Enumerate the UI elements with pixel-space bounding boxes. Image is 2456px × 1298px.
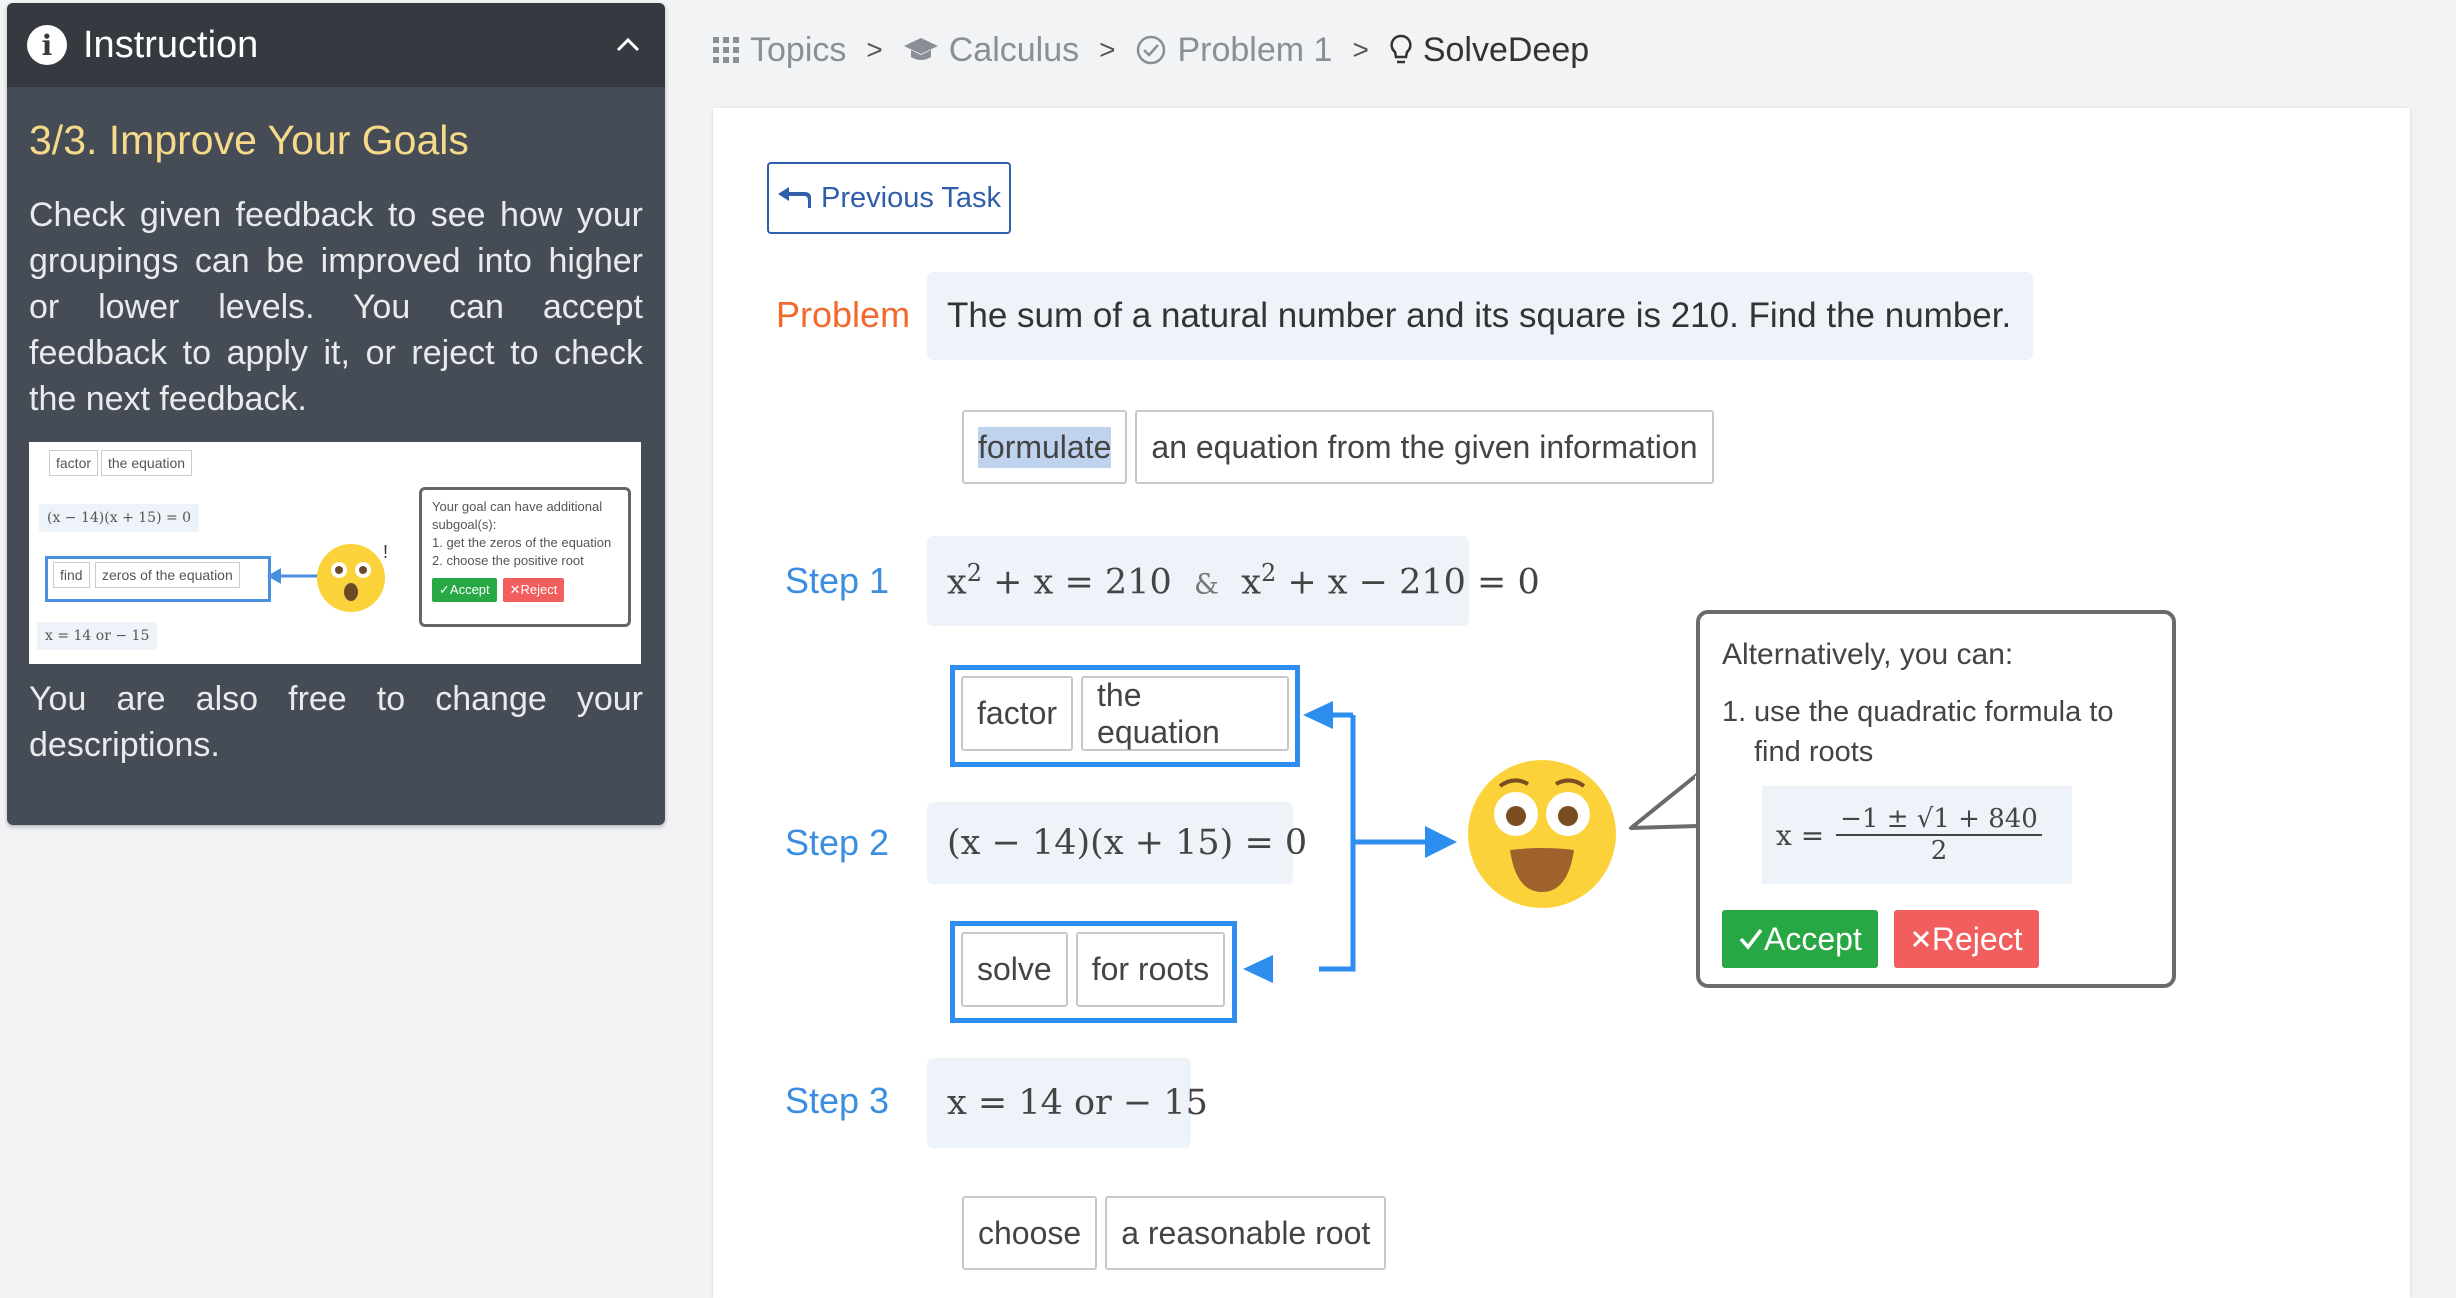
formula-numerator: −1 ± √1 + 840 [1836,804,2042,836]
graduation-cap-icon [903,36,939,64]
formula-fraction: −1 ± √1 + 840 2 [1836,804,2042,866]
feedback-item-number: 1. [1722,696,1747,728]
surprised-face-icon: ! [317,542,388,612]
formula-denominator: 2 [1930,836,1948,866]
thumb-goal-verb: factor [49,450,99,476]
thumb-goal-object: the equation [101,450,193,476]
check-icon [1739,928,1763,950]
feedback-bubble: Alternatively, you can: 1. use the quadr… [1696,610,2176,988]
accept-button[interactable]: Accept [1722,910,1878,968]
breadcrumb-problem[interactable]: Problem 1 [1177,31,1332,70]
chevron-up-icon[interactable] [611,28,645,62]
thumb-bubble-item: 2. choose the positive root [432,553,584,568]
thumb-goal-object: zeros of the equation [95,562,240,588]
thumb-math: (x − 14)(x + 15) = 0 [39,504,200,532]
thumb-math: x = 14 or − 15 [37,622,158,650]
thumb-bubble-item: 1. get the zeros of the equation [432,535,612,550]
instruction-panel: i Instruction 3/3. Improve Your Goals Ch… [7,3,665,825]
lightbulb-icon [1389,34,1413,66]
quadratic-formula: x = −1 ± √1 + 840 2 [1762,786,2072,884]
breadcrumb: Topics > Calculus > Problem 1 > SolveDee… [712,26,1589,74]
instruction-header[interactable]: i Instruction [7,3,665,87]
thumb-bubble-text: Your goal can have additional subgoal(s)… [432,499,603,532]
close-icon [1912,930,1929,948]
reject-button[interactable]: Reject [1893,910,2039,968]
instruction-text: Check given feedback to see how your gro… [29,196,643,418]
check-circle-icon [1135,34,1167,66]
thumb-reject-button: ✕Reject [502,578,565,602]
thumb-feedback-bubble: Your goal can have additional subgoal(s)… [419,487,631,627]
breadcrumb-separator: > [1352,34,1369,65]
instruction-text: You are also free to change your descrip… [29,680,643,764]
instruction-subtitle: 3/3. Improve Your Goals [29,117,469,163]
feedback-title: Alternatively, you can: [1722,638,2014,671]
breadcrumb-calculus[interactable]: Calculus [949,31,1079,70]
breadcrumb-separator: > [866,34,883,65]
reject-label: Reject [1931,920,2023,957]
grid-icon [712,36,740,64]
info-icon: i [27,25,67,65]
formula-lhs: x = [1776,818,1825,852]
instruction-title: Instruction [83,23,259,66]
breadcrumb-separator: > [1099,34,1116,65]
main-card: Previous Task Problem The sum of a natur… [713,108,2410,1298]
feedback-item-text: use the quadratic formula to find roots [1754,696,2114,768]
breadcrumb-topics[interactable]: Topics [750,31,846,70]
breadcrumb-current: SolveDeep [1422,30,1590,69]
svg-text:!: ! [383,542,388,562]
thumb-accept-button: ✓Accept [432,578,497,602]
instruction-thumbnail: factor the equation (x − 14)(x + 15) = 0… [29,442,641,664]
accept-label: Accept [1764,920,1862,957]
thumb-goal-verb: find [53,562,90,588]
feedback-item: 1. use the quadratic formula to find roo… [1722,692,2150,772]
